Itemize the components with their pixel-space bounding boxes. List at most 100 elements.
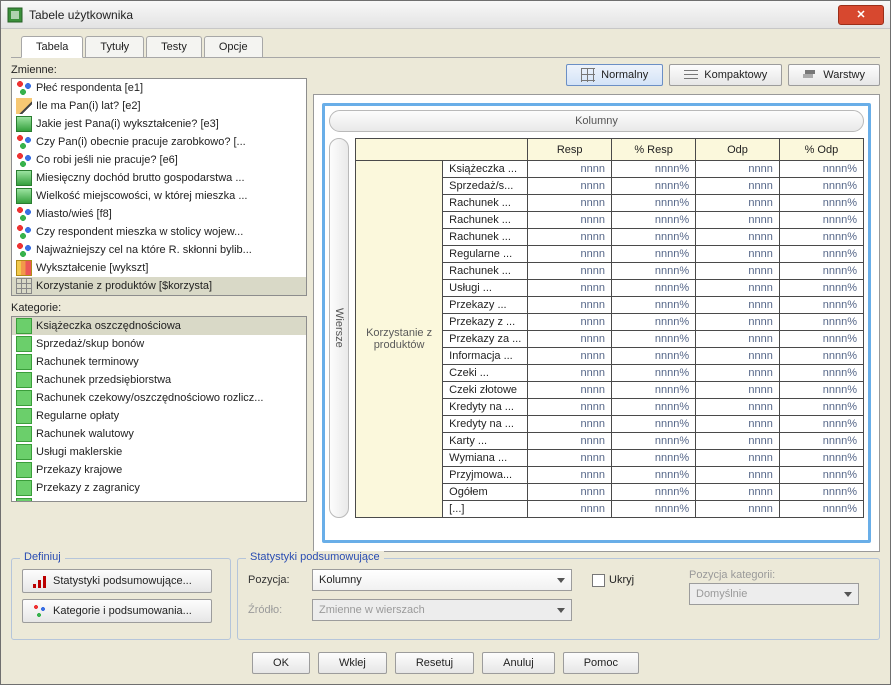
summary-statistics-button[interactable]: Statystyki podsumowujące...: [22, 569, 212, 593]
column-header[interactable]: Resp: [528, 139, 612, 161]
category-item[interactable]: Rachunek walutowy: [12, 425, 306, 443]
value-cell: nnnn: [696, 450, 780, 467]
tab-opcje[interactable]: Opcje: [204, 36, 263, 57]
row-label-cell[interactable]: Przyjmowa...: [443, 467, 528, 484]
category-item[interactable]: Rachunek czekowy/oszczędnościowo rozlicz…: [12, 389, 306, 407]
stats-groupbox: Statystyki podsumowujące Pozycja: Kolumn…: [237, 558, 880, 640]
row-label-cell[interactable]: Czeki złotowe: [443, 382, 528, 399]
value-cell: nnnn%: [612, 331, 696, 348]
left-panel: Zmienne: Płeć respondenta [e1]Ile ma Pan…: [11, 64, 307, 552]
row-label-cell[interactable]: Kredyty na ...: [443, 416, 528, 433]
columns-drop-strip[interactable]: Kolumny: [329, 110, 864, 132]
row-label-cell[interactable]: Rachunek ...: [443, 212, 528, 229]
categories-icon: [33, 604, 47, 618]
value-cell: nnnn: [528, 467, 612, 484]
categories-summaries-label: Kategorie i podsumowania...: [53, 605, 192, 617]
rows-drop-strip[interactable]: Wiersze: [329, 138, 349, 518]
category-item[interactable]: Książeczka oszczędnościowa: [12, 317, 306, 335]
variable-item[interactable]: Co robi jeśli nie pracuje? [e6]: [12, 151, 306, 169]
footer-buttons: OK Wklej Resetuj Anuluj Pomoc: [1, 646, 890, 684]
column-header[interactable]: % Odp: [779, 139, 863, 161]
variables-listbox[interactable]: Płeć respondenta [e1]Ile ma Pan(i) lat? …: [11, 78, 307, 296]
categories-summaries-button[interactable]: Kategorie i podsumowania...: [22, 599, 212, 623]
hide-checkbox[interactable]: [592, 574, 605, 587]
variable-item[interactable]: Czy Pan(i) obecnie pracuje zarobkowo? [.…: [12, 133, 306, 151]
row-group-cell[interactable]: Korzystanie z produktów: [356, 161, 443, 518]
hide-checkbox-wrap[interactable]: Ukryj: [592, 574, 634, 587]
paste-button[interactable]: Wklej: [318, 652, 387, 674]
value-cell: nnnn%: [612, 178, 696, 195]
variable-item[interactable]: Płeć respondenta [e1]: [12, 79, 306, 97]
nominal-icon: [16, 80, 32, 96]
variable-item[interactable]: Wykształcenie [wykszt]: [12, 259, 306, 277]
value-cell: nnnn%: [612, 263, 696, 280]
variable-item[interactable]: Miesięczny dochód brutto gospodarstwa ..…: [12, 169, 306, 187]
row-label-cell[interactable]: Kredyty na ...: [443, 399, 528, 416]
value-cell: nnnn%: [779, 263, 863, 280]
tab-tabela[interactable]: Tabela: [21, 36, 83, 58]
category-color-icon: [16, 354, 32, 370]
category-color-icon: [16, 390, 32, 406]
category-item[interactable]: Przekazy krajowe: [12, 461, 306, 479]
tab-tytuły[interactable]: Tytuły: [85, 36, 144, 57]
table-design-surface[interactable]: Kolumny Wiersze Resp% RespOdp% Odp Korzys…: [313, 94, 880, 552]
category-item[interactable]: Regularne opłaty: [12, 407, 306, 425]
view-normal-button[interactable]: Normalny: [566, 64, 663, 86]
value-cell: nnnn%: [779, 229, 863, 246]
value-cell: nnnn%: [779, 450, 863, 467]
variable-item[interactable]: Wielkość miejscowości, w której mieszka …: [12, 187, 306, 205]
position-select[interactable]: Kolumny: [312, 569, 572, 591]
help-button[interactable]: Pomoc: [563, 652, 639, 674]
row-label-cell[interactable]: Ogółem: [443, 484, 528, 501]
variable-item[interactable]: Korzystanie z produktów [$korzysta]: [12, 277, 306, 295]
value-cell: nnnn%: [779, 467, 863, 484]
row-label-cell[interactable]: Rachunek ...: [443, 263, 528, 280]
variable-item[interactable]: Czy respondent mieszka w stolicy wojew..…: [12, 223, 306, 241]
view-compact-button[interactable]: Kompaktowy: [669, 64, 782, 86]
row-label-cell[interactable]: Sprzedaż/s...: [443, 178, 528, 195]
value-cell: nnnn: [696, 314, 780, 331]
categories-label: Kategorie:: [11, 302, 307, 314]
variable-item-label: Wykształcenie [wykszt]: [36, 262, 148, 274]
row-label-cell[interactable]: Czeki ...: [443, 365, 528, 382]
value-cell: nnnn%: [612, 450, 696, 467]
category-item[interactable]: Rachunek przedsiębiorstwa: [12, 371, 306, 389]
row-label-cell[interactable]: Książeczka ...: [443, 161, 528, 178]
row-label-cell[interactable]: Informacja ...: [443, 348, 528, 365]
value-cell: nnnn: [528, 331, 612, 348]
category-item[interactable]: Rachunek terminowy: [12, 353, 306, 371]
category-item[interactable]: Sprzedaż/skup bonów: [12, 335, 306, 353]
pencil-icon: [16, 98, 32, 114]
row-label-cell[interactable]: Wymiana ...: [443, 450, 528, 467]
row-label-cell[interactable]: Rachunek ...: [443, 229, 528, 246]
variable-item[interactable]: Ile ma Pan(i) lat? [e2]: [12, 97, 306, 115]
category-item[interactable]: Przekazy z zagranicy: [12, 479, 306, 497]
variable-item[interactable]: Jakie jest Pana(i) wykształcenie? [e3]: [12, 115, 306, 133]
variable-item-label: Czy Pan(i) obecnie pracuje zarobkowo? [.…: [36, 136, 246, 148]
cancel-button[interactable]: Anuluj: [482, 652, 555, 674]
categories-listbox[interactable]: Książeczka oszczędnościowaSprzedaż/skup …: [11, 316, 307, 502]
row-label-cell[interactable]: Przekazy za ...: [443, 331, 528, 348]
source-label: Źródło:: [248, 604, 304, 616]
close-button[interactable]: ✕: [838, 5, 884, 25]
row-label-cell[interactable]: Przekazy ...: [443, 297, 528, 314]
variable-item[interactable]: Najważniejszy cel na które R. skłonni by…: [12, 241, 306, 259]
row-label-cell[interactable]: Usługi ...: [443, 280, 528, 297]
variable-item[interactable]: Miasto/wieś [f8]: [12, 205, 306, 223]
value-cell: nnnn%: [612, 314, 696, 331]
position-label: Pozycja:: [248, 574, 304, 586]
value-cell: nnnn%: [612, 161, 696, 178]
category-item[interactable]: Usługi maklerskie: [12, 443, 306, 461]
reset-button[interactable]: Resetuj: [395, 652, 474, 674]
row-label-cell[interactable]: Przekazy z ...: [443, 314, 528, 331]
category-item[interactable]: Przekazy za granicę: [12, 497, 306, 502]
row-label-cell[interactable]: Regularne ...: [443, 246, 528, 263]
row-label-cell[interactable]: Karty ...: [443, 433, 528, 450]
row-label-cell[interactable]: [...]: [443, 501, 528, 518]
column-header[interactable]: % Resp: [612, 139, 696, 161]
row-label-cell[interactable]: Rachunek ...: [443, 195, 528, 212]
view-layers-button[interactable]: Warstwy: [788, 64, 880, 86]
column-header[interactable]: Odp: [696, 139, 780, 161]
tab-testy[interactable]: Testy: [146, 36, 202, 57]
ok-button[interactable]: OK: [252, 652, 310, 674]
